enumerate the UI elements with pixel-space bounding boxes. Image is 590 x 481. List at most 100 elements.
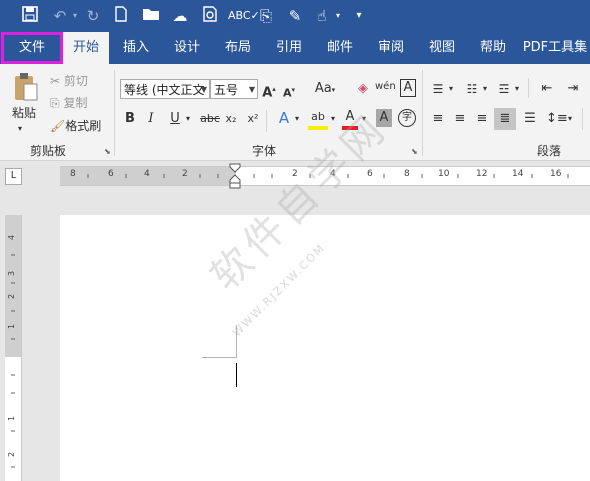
grow-font-icon[interactable]: A▴ [262,80,276,102]
copy-label: 复制 [63,96,88,110]
numbering-dropdown-icon[interactable]: ▾ [481,80,489,98]
print-preview-icon[interactable] [200,6,220,26]
copy-icon: ⎘ [50,96,60,110]
text-effects-dropdown-icon[interactable]: ▾ [293,110,301,128]
shrink-font-icon[interactable]: A▾ [282,81,296,103]
text-effects-icon[interactable]: A [276,109,292,127]
attach-icon[interactable]: ⎘ [256,6,276,26]
underline-dropdown-icon[interactable]: ▾ [184,110,192,128]
justify-icon[interactable]: ≣ [494,108,516,130]
tab-selector[interactable]: L [5,168,22,185]
cut-button[interactable]: ✂ 剪切 [50,72,88,90]
phonetic-guide-icon[interactable]: wén [375,78,396,96]
increase-indent-icon[interactable]: ⇥ [564,80,582,98]
text-effects-label: A [278,109,290,127]
grow-font-label: A [262,85,273,101]
align-right-icon[interactable]: ≡ [474,110,490,128]
shrink-font-label: A [282,86,292,100]
copy-button[interactable]: ⎘ 复制 [50,94,87,112]
indent-marker-icon[interactable] [229,163,241,189]
italic-label: I [148,111,154,126]
align-left-icon[interactable]: ≡ [430,110,446,128]
separator [528,78,529,98]
paste-dropdown-icon[interactable]: ▾ [18,120,22,138]
tab-view[interactable]: 视图 [418,32,466,64]
undo-dropdown-icon[interactable]: ▾ [70,6,80,26]
decrease-indent-icon[interactable]: ⇤ [538,80,556,98]
multilevel-list-icon[interactable]: ☲ [496,80,512,98]
bullets-icon[interactable]: ☰ [430,80,446,98]
numbering-icon[interactable]: ☷ [464,80,480,98]
format-painter-label: 格式刷 [65,119,102,133]
cut-label: 剪切 [63,74,88,88]
font-launcher-icon[interactable]: ⬊ [411,147,418,156]
underline-icon[interactable]: U [168,110,182,128]
separator [422,70,423,156]
clipboard-group-label: 剪贴板 [30,144,67,158]
change-case-icon[interactable]: Aa▾ [312,80,338,99]
spelling-icon[interactable]: ABC✓ [228,6,260,26]
enclose-characters-icon[interactable]: 字 [398,109,416,127]
touch-mode-icon[interactable]: ☝ [312,6,332,26]
clear-formatting-icon[interactable]: ◈ [354,80,372,98]
font-size-select[interactable]: 五号 ▼ [210,79,258,99]
align-center-icon[interactable]: ≡ [452,110,468,128]
save-icon[interactable] [20,6,40,26]
paragraph-group-label: 段落 [537,144,562,158]
separator [582,108,583,130]
paste-icon[interactable] [12,72,40,102]
format-painter-button[interactable]: 🖌格式刷 [50,117,101,135]
ribbon-tabs: 文件 开始 插入 设计 布局 引用 邮件 审阅 视图 帮助 PDF工具集 [0,32,590,64]
font-name-select[interactable]: 等线 (中文正文 ▼ [120,79,210,99]
vertical-ruler[interactable]: 4 3 2 1 1 2 [5,215,22,481]
subscript-icon[interactable]: x₂ [224,110,238,128]
phonetic-guide-label: wén [375,81,396,92]
strikethrough-label: abc [200,112,220,125]
redo-icon[interactable]: ↻ [84,6,102,26]
clipboard-launcher-icon[interactable]: ⬊ [104,147,111,156]
line-spacing-dropdown-icon[interactable]: ▾ [566,110,574,128]
touch-dropdown-icon[interactable]: ▾ [333,6,343,26]
tab-references[interactable]: 引用 [265,32,313,64]
new-document-icon[interactable] [112,6,130,26]
tab-review[interactable]: 审阅 [367,32,415,64]
paintbrush-icon: 🖌 [50,119,66,133]
bullets-dropdown-icon[interactable]: ▾ [447,80,455,98]
open-folder-icon[interactable] [141,6,161,26]
edit-icon[interactable]: ✎ [285,6,305,26]
paste-button[interactable]: 粘贴 [12,104,36,122]
bold-label: B [125,111,135,126]
bold-icon[interactable]: B [124,110,136,128]
tab-design[interactable]: 设计 [163,32,211,64]
margin-corner-h [202,357,236,358]
save-cloud-icon[interactable]: ☁ [170,6,190,26]
tab-layout[interactable]: 布局 [214,32,262,64]
strikethrough-icon[interactable]: abc [200,110,220,128]
line-spacing-icon[interactable]: ↕≡ [546,110,568,128]
ribbon-home: 粘贴 ▾ ✂ 剪切 ⎘ 复制 🖌格式刷 剪贴板 ⬊ 等线 (中文正文 ▼ 五号 ▼ … [0,64,590,161]
change-case-label: Aa [314,81,332,96]
tab-file[interactable]: 文件 [1,32,63,64]
multilevel-dropdown-icon[interactable]: ▾ [513,80,521,98]
quick-access-toolbar: ↶ ▾ ↻ ☁ ABC✓ ⎘ ✎ ☝ ▾ ▾ [0,0,590,32]
tab-mailings[interactable]: 邮件 [316,32,364,64]
tab-insert[interactable]: 插入 [112,32,160,64]
ruler-ticks [11,254,15,468]
font-name-value: 等线 (中文正文 [124,83,205,97]
font-group-label: 字体 [252,144,277,158]
tab-help[interactable]: 帮助 [469,32,517,64]
character-border-icon[interactable]: A [400,79,416,97]
highlight-icon[interactable]: ab [308,108,328,130]
italic-icon[interactable]: I [145,110,157,128]
tab-pdf-tools[interactable]: PDF工具集 [520,32,590,64]
undo-icon[interactable]: ↶ [50,6,70,26]
subscript-label: x₂ [225,112,237,125]
superscript-label: x² [247,112,259,125]
document-page[interactable] [60,215,590,481]
chevron-down-icon: ▼ [200,85,207,94]
highlight-label: ab [311,110,325,123]
customize-icon[interactable]: ▾ [352,6,366,26]
tab-home[interactable]: 开始 [63,32,109,64]
superscript-icon[interactable]: x² [246,110,260,128]
distributed-icon[interactable]: ☰ [522,110,538,128]
